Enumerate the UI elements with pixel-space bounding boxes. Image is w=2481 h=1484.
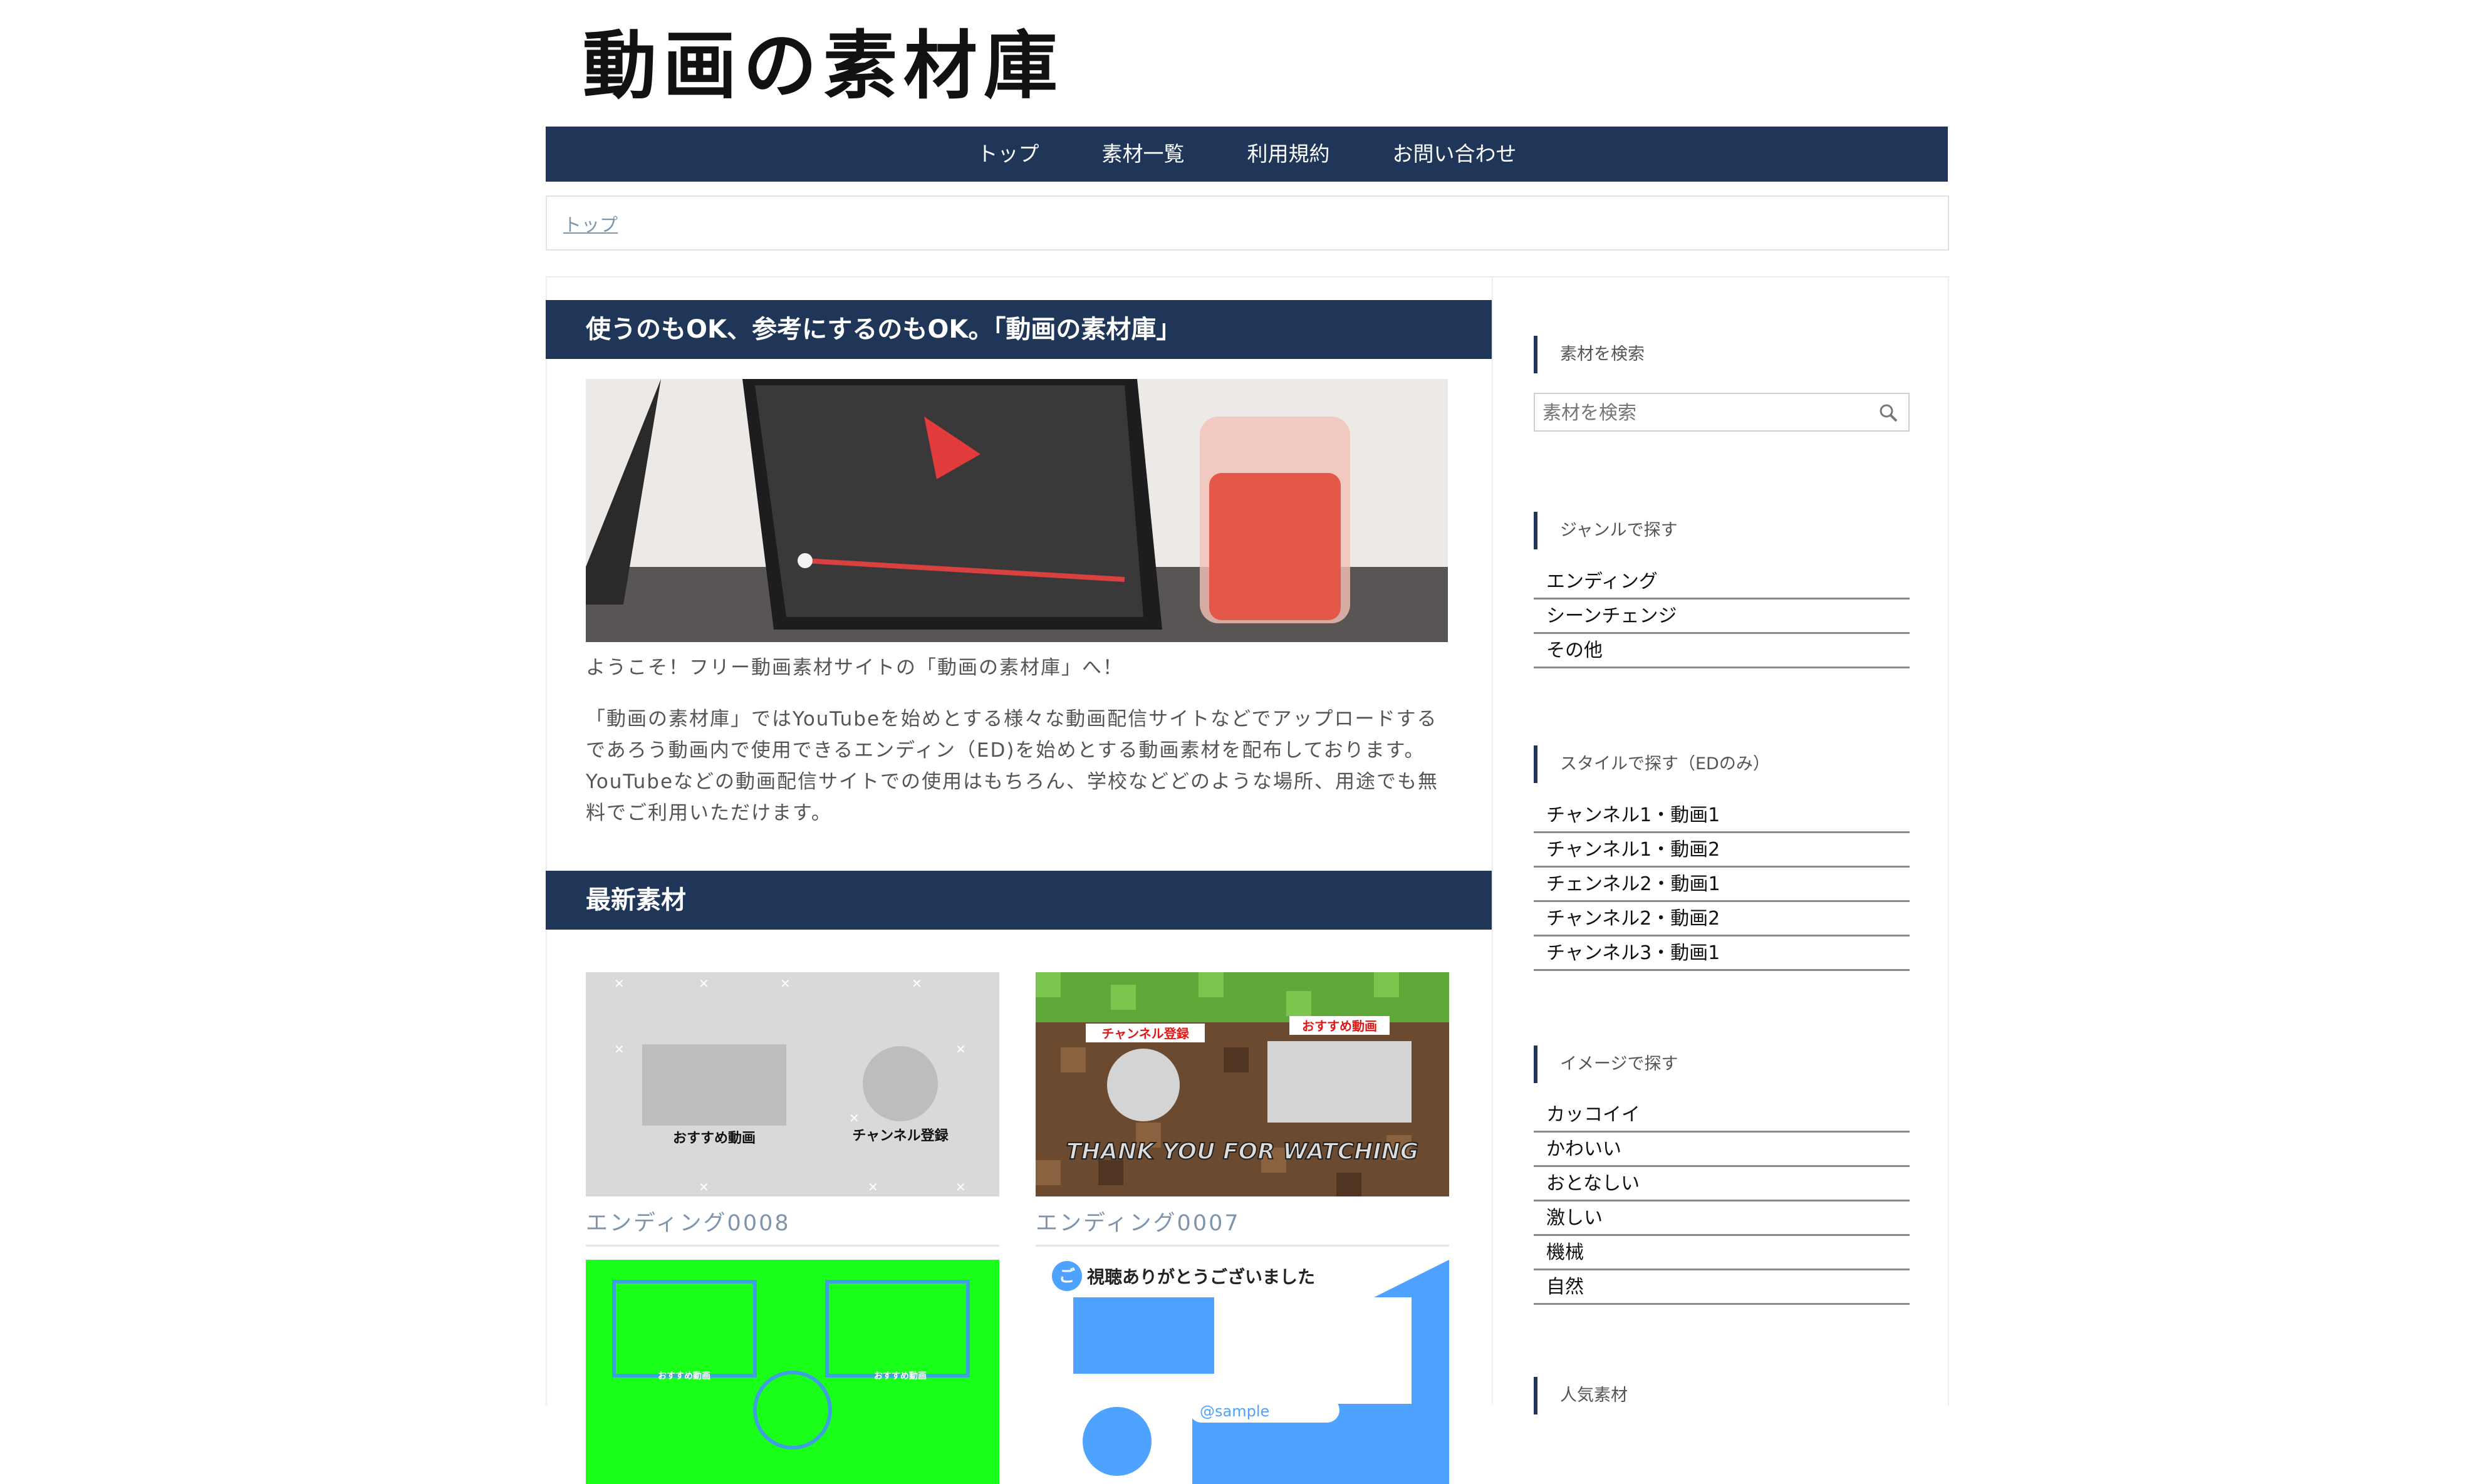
card-badge: ご [1059,1267,1075,1286]
card-label-video-2: おすすめ動画 [874,1371,927,1381]
svg-text:✕: ✕ [780,976,791,991]
card-banner: THANK YOU FOR WATCHING [1066,1139,1419,1165]
hero-illustration [586,379,1448,642]
card-caption: 視聴ありがとうございました [1087,1267,1315,1287]
sidebar-image-heading: イメージで探す [1534,1046,1678,1083]
sidebar-search-heading: 素材を検索 [1534,336,1645,373]
search-form [1534,393,1910,432]
material-thumbnail[interactable]: チャンネル登録 おすすめ動画 THANK YOU FOR WATCHING [1036,972,1449,1196]
material-thumbnail[interactable]: ✕✕✕✕ ✕✕ ✕✕ ✕✕✕ おすすめ動画 チャンネル登録 [586,972,999,1196]
image-list: カッコイイ かわいい おとなしい 激しい 機械 自然 [1534,1098,1910,1305]
site-logo[interactable]: 動画の素材庫 [583,25,1064,106]
image-item[interactable]: 機械 [1534,1236,1910,1270]
material-card: チャンネル登録 おすすめ動画 THANK YOU FOR WATCHING エン… [1036,972,1449,1247]
nav-item-terms[interactable]: 利用規約 [1216,127,1361,182]
image-item[interactable]: おとなしい [1534,1167,1910,1201]
ending-preview: ✕✕✕✕ ✕✕ ✕✕ ✕✕✕ おすすめ動画 チャンネル登録 [614,976,966,1195]
genre-list: エンディング シーンチェンジ その他 [1534,565,1910,668]
svg-text:✕: ✕ [699,976,709,991]
genre-item-scene-change[interactable]: シーンチェンジ [1534,599,1910,634]
svg-text:✕: ✕ [955,1042,966,1057]
card-label-video: おすすめ動画 [658,1371,710,1381]
genre-item-other[interactable]: その他 [1534,634,1910,668]
svg-text:✕: ✕ [699,1180,709,1195]
search-input[interactable] [1535,394,1870,432]
style-list: チャンネル1・動画1 チャンネル1・動画2 チェンネル2・動画1 チャンネル2・… [1534,799,1910,971]
material-card: ✕✕✕✕ ✕✕ ✕✕ ✕✕✕ おすすめ動画 チャンネル登録 エンディング0008 [586,972,999,1247]
breadcrumb-home-link[interactable]: トップ [563,210,618,237]
svg-text:✕: ✕ [849,1111,860,1126]
hero-image [586,379,1448,642]
image-item[interactable]: 自然 [1534,1270,1910,1305]
image-item[interactable]: カッコイイ [1534,1098,1910,1133]
global-nav: トップ 素材一覧 利用規約 お問い合わせ [546,127,1948,182]
card-label-video: おすすめ動画 [1302,1019,1377,1034]
nav-item-top[interactable]: トップ [946,127,1071,182]
latest-heading: 最新素材 [546,871,1492,930]
svg-text:✕: ✕ [868,1180,878,1195]
ending-preview: ご 視聴ありがとうございました @sample [1052,1260,1449,1484]
material-thumbnail[interactable]: おすすめ動画 おすすめ動画 [586,1260,999,1484]
card-label-video: おすすめ動画 [673,1131,756,1146]
ending-preview: おすすめ動画 おすすめ動画 [612,1280,970,1450]
nav-item-contact[interactable]: お問い合わせ [1361,127,1548,182]
main-column: 使うのもOK、参考にするのもOK。「動画の素材庫」 ようこそ！フリー動画素材サイ… [546,276,1492,1484]
style-item[interactable]: チェンネル2・動画1 [1534,868,1910,902]
intro-heading: 使うのもOK、参考にするのもOK。「動画の素材庫」 [546,300,1492,359]
material-card: ご 視聴ありがとうございました @sample [1036,1260,1449,1484]
card-label-channel: チャンネル登録 [1101,1026,1189,1041]
svg-text:✕: ✕ [614,1042,625,1057]
sidebar-genre-heading: ジャンルで探す [1534,512,1678,549]
style-item[interactable]: チャンネル2・動画2 [1534,902,1910,937]
nav-item-materials[interactable]: 素材一覧 [1071,127,1216,182]
search-icon[interactable] [1878,403,1898,423]
card-handle: @sample [1200,1403,1269,1420]
svg-text:✕: ✕ [955,1180,966,1195]
image-item[interactable]: かわいい [1534,1133,1910,1167]
description-text: 「動画の素材庫」ではYouTubeを始めとする様々な動画配信サイトなどでアップロ… [586,708,1439,824]
style-item[interactable]: チャンネル1・動画2 [1534,833,1910,868]
material-thumbnail[interactable]: ご 視聴ありがとうございました @sample [1036,1260,1449,1484]
svg-text:✕: ✕ [912,976,922,991]
material-card: おすすめ動画 おすすめ動画 [586,1260,999,1484]
svg-text:✕: ✕ [614,976,625,991]
style-item[interactable]: チャンネル1・動画1 [1534,799,1910,833]
welcome-text: ようこそ！フリー動画素材サイトの「動画の素材庫」へ！ [586,656,1123,679]
column-divider [1492,276,1493,1404]
material-title-link[interactable]: エンディング0007 [1036,1205,1449,1247]
breadcrumb: トップ [546,195,1949,251]
material-title-link[interactable]: エンディング0008 [586,1205,999,1247]
sidebar-popular-heading: 人気素材 [1534,1377,1628,1414]
card-label-channel: チャンネル登録 [852,1128,949,1144]
style-item[interactable]: チャンネル3・動画1 [1534,937,1910,971]
sidebar-style-heading: スタイルで探す（EDのみ） [1534,745,1770,783]
genre-item-ending[interactable]: エンディング [1534,565,1910,599]
ending-preview: チャンネル登録 おすすめ動画 THANK YOU FOR WATCHING [1036,972,1449,1196]
image-item[interactable]: 激しい [1534,1201,1910,1236]
